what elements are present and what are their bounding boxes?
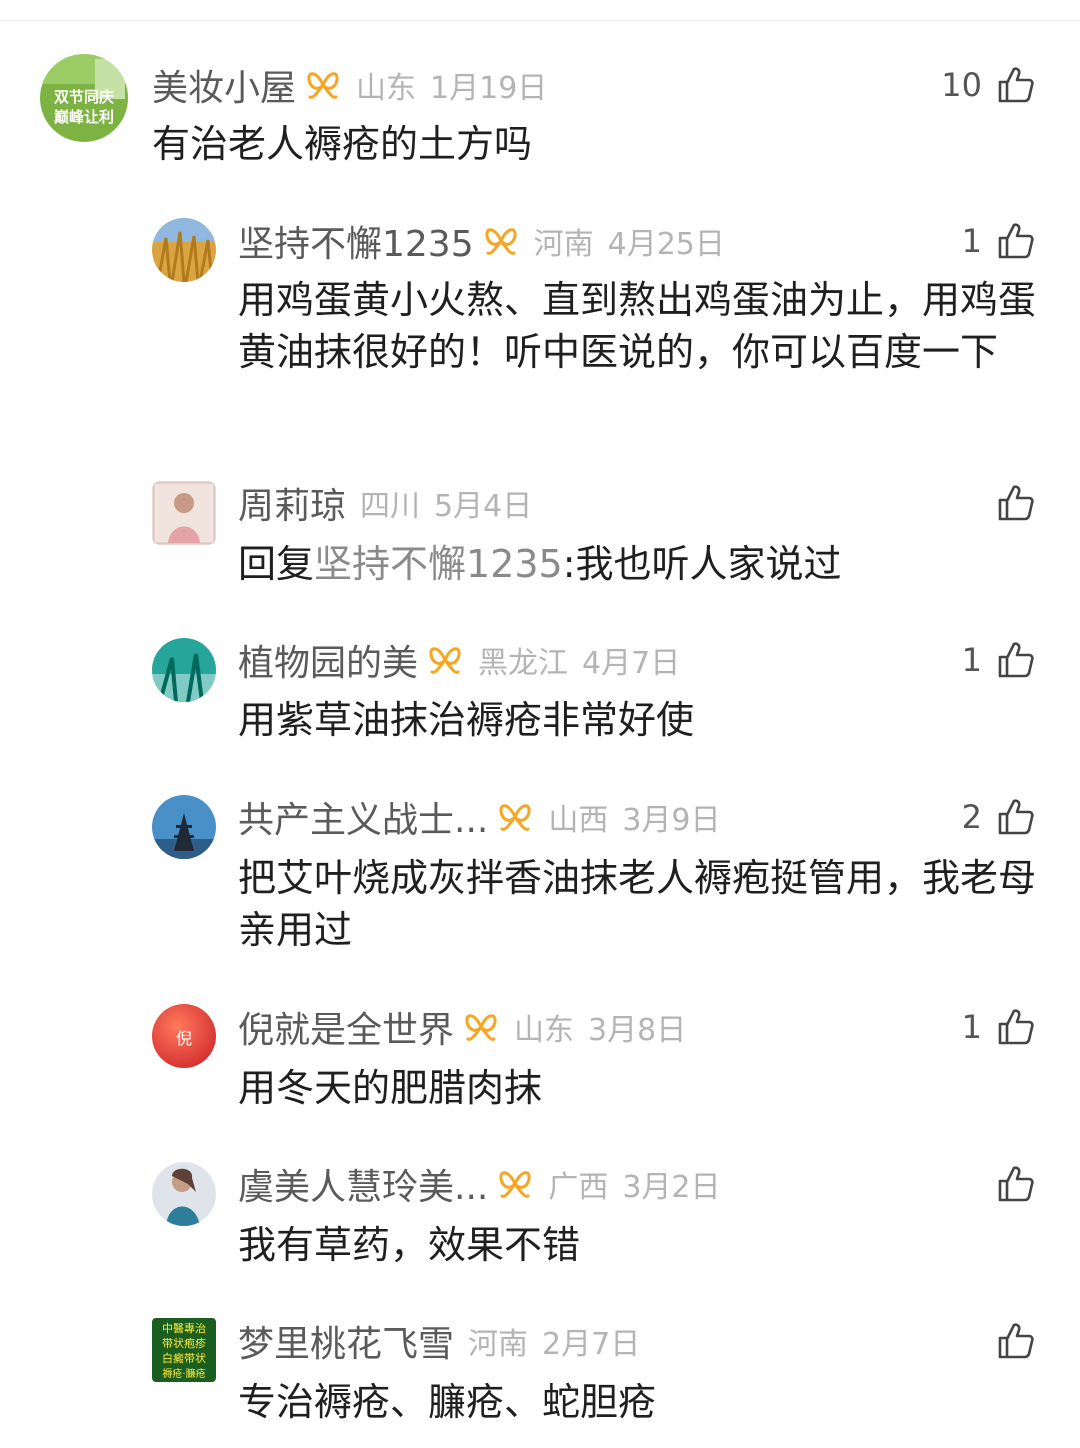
like-count: 10 [941,66,982,104]
comment-meta: 河南 2月7日 [468,1319,640,1363]
thumbs-up-icon [996,640,1036,680]
like-button[interactable]: 1 [962,637,1036,683]
avatar-text: 巅峰让利 [54,108,114,126]
like-count: 2 [961,798,982,836]
avatar[interactable]: 双节同庆 巅峰让利 [40,54,128,142]
comment-text: 回复坚持不懈1235:我也听人家说过 [238,538,1038,590]
vip-badge-icon [304,67,342,103]
thumbs-up-icon [996,1321,1036,1361]
avatar[interactable]: 倪 [152,1004,216,1068]
like-button[interactable] [982,1318,1036,1364]
date: 4月7日 [582,646,681,681]
username[interactable]: 共产主义战士... [238,791,488,843]
comment-text: 把艾叶烧成灰拌香油抹老人褥疱挺管用，我老母亲用过 [238,856,1037,952]
date: 1月19日 [430,71,548,106]
username[interactable]: 倪就是全世界 [238,1001,454,1053]
date: 3月2日 [622,1170,721,1205]
location: 黑龙江 [478,646,569,681]
location: 四川 [360,489,421,524]
vip-badge-icon [496,1166,534,1202]
location: 山西 [548,803,609,838]
avatar[interactable] [152,795,216,859]
like-button[interactable]: 1 [962,218,1036,264]
comment-meta: 山东 1月19日 [356,63,547,107]
thumbs-up-icon [996,1007,1036,1047]
date: 3月9日 [622,803,721,838]
username[interactable]: 植物园的美 [238,634,418,686]
date: 3月8日 [588,1013,687,1048]
top-divider [0,20,1080,21]
date: 2月7日 [542,1327,641,1362]
thumbs-up-icon [996,65,1036,105]
reply-prefix: 回复 [238,542,315,586]
like-count: 1 [961,641,982,679]
comment-meta: 河南 4月25日 [534,219,725,263]
username[interactable]: 坚持不懈1235 [238,215,474,267]
avatar-text: 中醫專治 [162,1321,206,1335]
comment-text: 用冬天的肥腊肉抹 [238,1066,543,1110]
thumbs-up-icon [996,1164,1036,1204]
vip-badge-icon [482,223,520,259]
avatar[interactable] [152,638,216,702]
comment-meta: 山东 3月8日 [514,1005,686,1049]
location: 河南 [533,227,594,262]
date: 5月4日 [434,489,533,524]
vip-badge-icon [426,642,464,678]
username[interactable]: 梦里桃花飞雪 [238,1315,454,1367]
comment-text: 用鸡蛋黄小火熬、直到熬出鸡蛋油为止，用鸡蛋黄油抹很好的！听中医说的，你可以百度一… [238,278,1037,374]
comment-meta: 黑龙江 4月7日 [478,638,680,682]
comment-text: 专治褥疮、臁疮、蛇胆疮 [238,1380,657,1424]
like-button[interactable]: 1 [962,1004,1036,1050]
username[interactable]: 周莉琼 [238,477,346,529]
like-button[interactable] [982,1161,1036,1207]
username[interactable]: 美妆小屋 [152,59,296,111]
comment-meta: 广西 3月2日 [548,1162,720,1206]
vip-badge-icon [462,1009,500,1045]
avatar[interactable]: 中醫專治 带状疱疹 白癜带状 褥疮·臁疮 [152,1318,216,1382]
avatar-text: 双节同庆 [54,88,114,106]
comment-meta: 山西 3月9日 [548,795,720,839]
avatar-text: 倪 [176,1029,192,1048]
vip-badge-icon [496,799,534,835]
reply-target-link[interactable]: 坚持不懈1235 [314,542,563,586]
comment-meta: 四川 5月4日 [360,481,532,525]
location: 山东 [356,71,417,106]
like-button[interactable] [982,480,1036,526]
avatar-text: 带状疱疹 [162,1336,206,1350]
like-button[interactable]: 10 [941,62,1036,108]
like-button[interactable]: 2 [962,794,1036,840]
avatar[interactable] [152,1162,216,1226]
date: 4月25日 [607,227,725,262]
thumbs-up-icon [996,483,1036,523]
location: 河南 [468,1327,529,1362]
avatar[interactable] [152,481,216,545]
thumbs-up-icon [996,221,1036,261]
avatar[interactable] [152,218,216,282]
reply-body: :我也听人家说过 [562,542,842,586]
location: 广西 [548,1170,609,1205]
location: 山东 [514,1013,575,1048]
like-count: 1 [961,222,982,260]
like-count: 1 [961,1008,982,1046]
username[interactable]: 虞美人慧玲美... [238,1158,488,1210]
avatar-text: 白癜带状 [162,1351,206,1365]
comment-text: 有治老人褥疮的土方吗 [152,122,533,166]
avatar-text: 褥疮·臁疮 [162,1367,205,1380]
comment-text: 用紫草油抹治褥疮非常好使 [238,698,695,742]
comment-text: 我有草药，效果不错 [238,1223,581,1267]
thumbs-up-icon [996,797,1036,837]
